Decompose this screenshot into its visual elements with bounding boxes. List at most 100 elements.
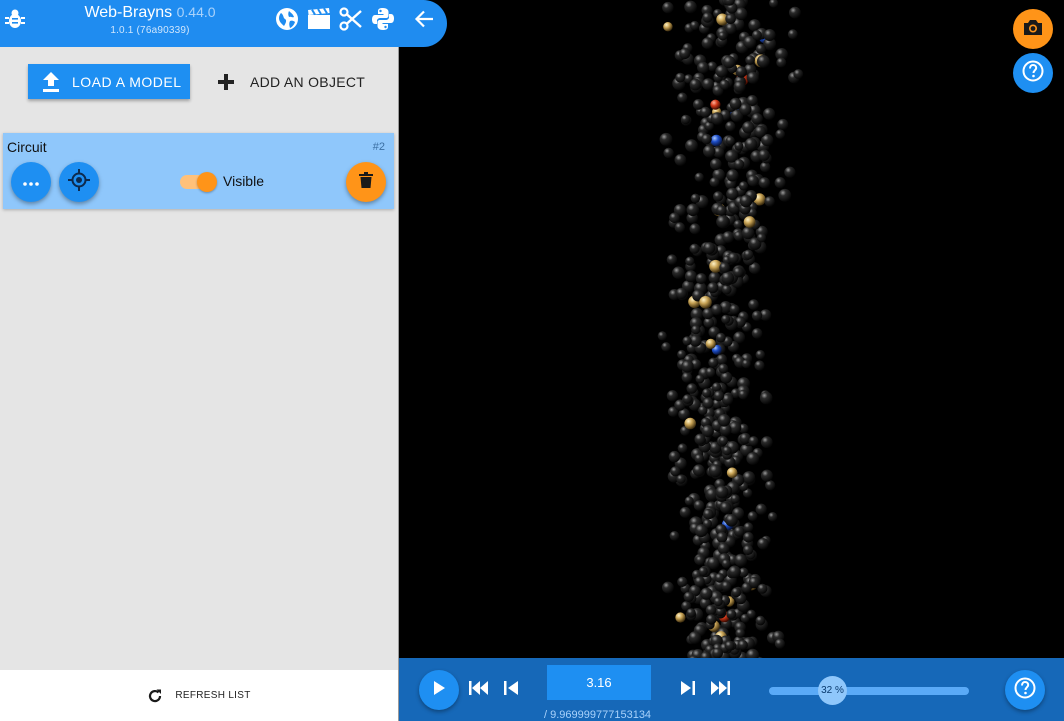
neuron-soma bbox=[755, 503, 767, 515]
load-model-button[interactable]: LOAD A MODEL bbox=[28, 64, 190, 99]
clapperboard-icon bbox=[307, 7, 331, 35]
app-build: 1.0.1 (76a90339) bbox=[110, 25, 190, 36]
neuron-soma bbox=[755, 43, 767, 55]
neuron-soma bbox=[702, 397, 714, 409]
neuron-scene bbox=[657, 0, 804, 721]
debug-button[interactable] bbox=[4, 9, 26, 33]
neuron-soma bbox=[716, 531, 728, 543]
clipping-button[interactable] bbox=[338, 6, 364, 34]
neuron-soma bbox=[759, 391, 773, 405]
refresh-icon bbox=[147, 688, 163, 704]
neuron-soma bbox=[663, 147, 674, 159]
world-button[interactable] bbox=[274, 7, 300, 36]
movie-button[interactable] bbox=[306, 7, 332, 35]
neuron-soma bbox=[702, 78, 714, 90]
neuron-soma bbox=[657, 331, 667, 341]
skip-to-start-icon bbox=[469, 680, 489, 700]
neuron-soma bbox=[743, 249, 754, 260]
crosshair-icon bbox=[68, 168, 90, 196]
refresh-list-button[interactable]: REFRESH LIST bbox=[0, 670, 398, 721]
neuron-soma bbox=[668, 450, 681, 463]
neuron-soma bbox=[756, 233, 767, 243]
neuron-soma bbox=[764, 196, 775, 207]
neuron-soma bbox=[700, 106, 711, 118]
help-button-top[interactable] bbox=[1013, 53, 1053, 93]
last-frame-button[interactable] bbox=[709, 680, 731, 700]
help-button-bottom[interactable] bbox=[1005, 670, 1045, 710]
toggle-thumb bbox=[197, 172, 217, 192]
speed-slider-thumb[interactable]: 32 % bbox=[818, 676, 847, 705]
neuron-soma bbox=[727, 252, 739, 264]
globe-icon bbox=[275, 7, 299, 36]
neuron-soma bbox=[763, 107, 776, 120]
neuron-soma bbox=[721, 559, 731, 569]
previous-frame-button[interactable] bbox=[500, 680, 522, 700]
neuron-soma bbox=[787, 29, 798, 40]
neuron-soma bbox=[793, 69, 804, 79]
neuron-soma bbox=[684, 0, 697, 14]
next-frame-button[interactable] bbox=[677, 680, 699, 700]
app-header: Web-Brayns 0.44.0 1.0.1 (76a90339) bbox=[0, 0, 447, 47]
neuron-soma bbox=[746, 452, 760, 465]
neuron-soma bbox=[758, 149, 770, 161]
neuron-soma bbox=[663, 22, 673, 32]
add-object-button[interactable]: ADD AN OBJECT bbox=[212, 64, 365, 99]
model-more-button[interactable] bbox=[11, 162, 51, 202]
speed-slider[interactable]: 32 % bbox=[769, 676, 969, 705]
play-button[interactable] bbox=[419, 670, 459, 710]
neuron-soma bbox=[738, 181, 749, 191]
visible-toggle[interactable] bbox=[180, 172, 217, 192]
neuron-soma bbox=[669, 531, 680, 541]
neuron-soma bbox=[685, 256, 695, 266]
neuron-soma bbox=[745, 55, 755, 65]
neuron-soma bbox=[686, 383, 698, 394]
neuron-soma bbox=[693, 500, 705, 511]
neuron-soma bbox=[675, 287, 688, 300]
neuron-soma bbox=[722, 231, 735, 244]
model-focus-button[interactable] bbox=[59, 162, 99, 202]
neuron-soma bbox=[739, 194, 753, 208]
neuron-soma bbox=[695, 374, 705, 384]
app-title: Web-Brayns bbox=[84, 4, 173, 21]
web-brayns-app: LOAD A MODEL ADD AN OBJECT Circuit #2 Vi… bbox=[0, 0, 1064, 721]
neuron-soma bbox=[679, 48, 691, 60]
neuron-soma bbox=[715, 485, 729, 499]
neuron-soma bbox=[666, 254, 678, 265]
neuron-soma bbox=[769, 0, 779, 8]
neuron-soma bbox=[778, 188, 792, 202]
neuron-soma bbox=[729, 304, 740, 315]
neuron-soma bbox=[689, 243, 700, 254]
neuron-soma bbox=[670, 466, 681, 477]
3d-viewport[interactable] bbox=[399, 0, 1064, 721]
neuron-soma bbox=[710, 134, 723, 147]
neuron-soma bbox=[677, 92, 688, 103]
neuron-soma bbox=[737, 640, 748, 650]
step-back-icon bbox=[503, 680, 519, 700]
neuron-soma bbox=[691, 325, 701, 335]
neuron-soma bbox=[746, 95, 758, 106]
neuron-soma bbox=[661, 342, 671, 352]
neuron-soma bbox=[726, 169, 739, 182]
back-button[interactable] bbox=[411, 8, 437, 34]
neuron-soma bbox=[747, 175, 759, 187]
neuron-soma bbox=[720, 501, 732, 514]
model-name: Circuit bbox=[7, 139, 47, 155]
neuron-soma bbox=[662, 581, 674, 594]
frame-input[interactable]: 3.16 bbox=[547, 665, 651, 700]
neuron-soma bbox=[713, 191, 724, 202]
neuron-soma bbox=[760, 469, 773, 482]
first-frame-button[interactable] bbox=[468, 680, 490, 700]
python-button[interactable] bbox=[370, 7, 396, 34]
neuron-soma bbox=[672, 266, 685, 279]
neuron-soma bbox=[689, 78, 702, 91]
neuron-soma bbox=[719, 79, 730, 90]
model-card: Circuit #2 Visible bbox=[3, 133, 394, 209]
neuron-soma bbox=[695, 555, 705, 565]
neuron-soma bbox=[677, 349, 687, 359]
neuron-soma bbox=[733, 526, 745, 537]
model-delete-button[interactable] bbox=[346, 162, 386, 202]
snapshot-button[interactable] bbox=[1013, 9, 1053, 49]
neuron-soma bbox=[725, 514, 738, 527]
neuron-soma bbox=[697, 61, 709, 74]
neuron-soma bbox=[726, 609, 737, 620]
